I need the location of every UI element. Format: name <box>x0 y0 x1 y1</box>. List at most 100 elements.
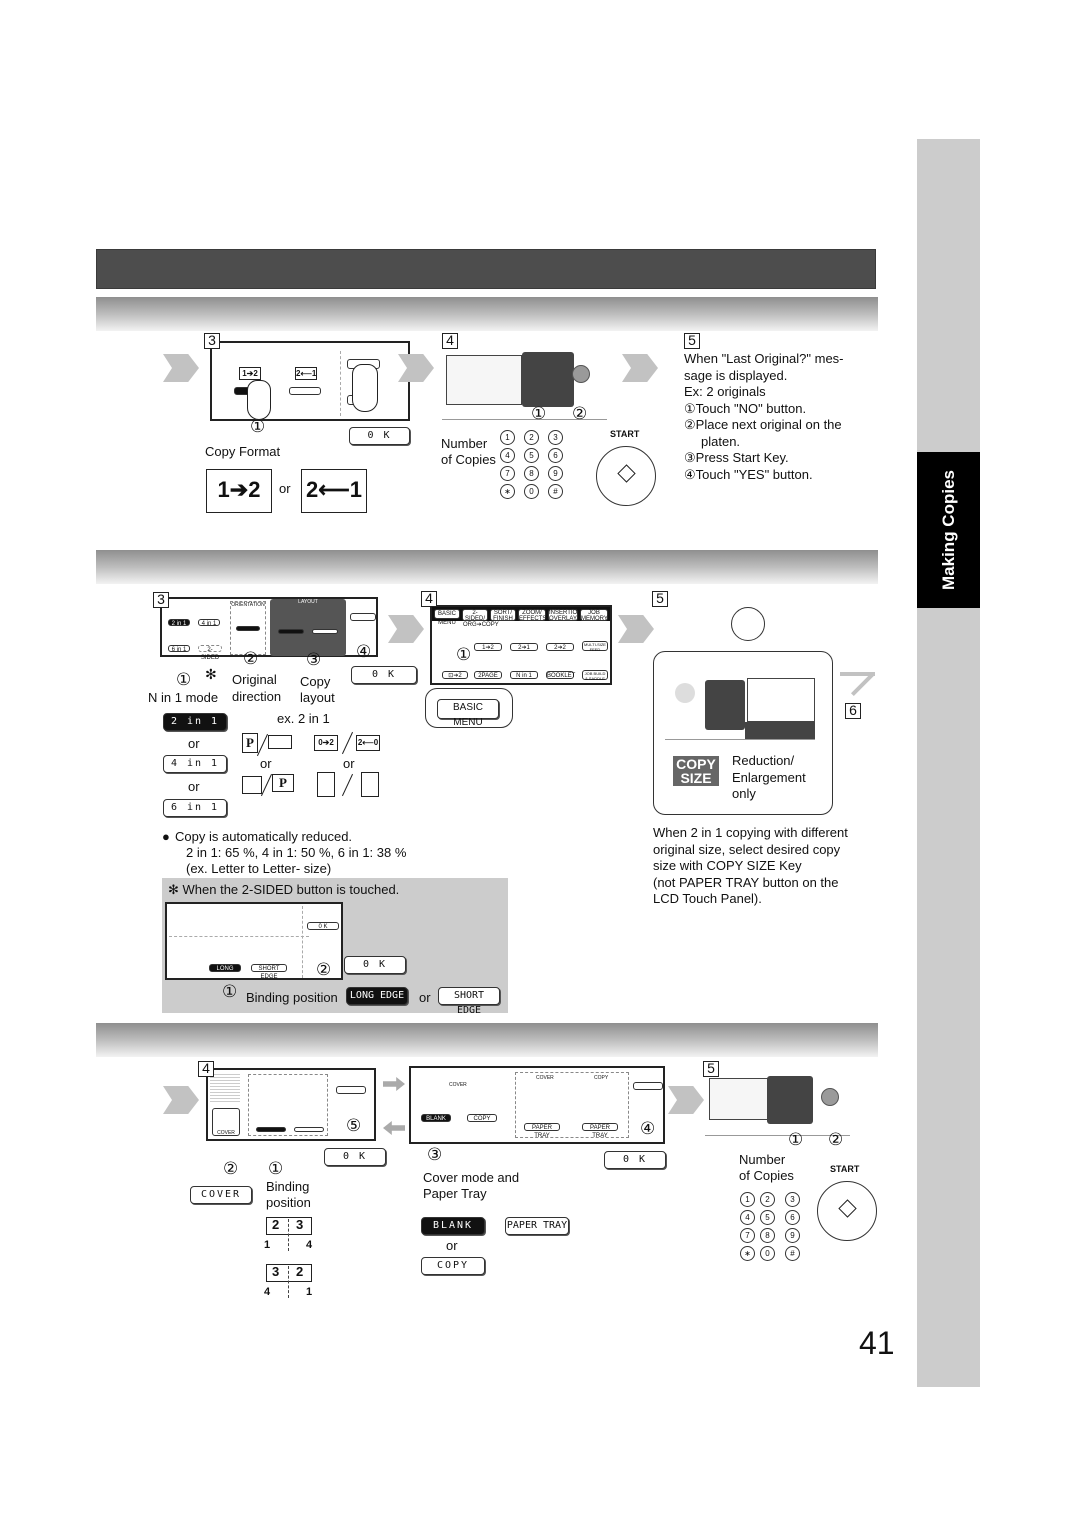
text-line: sage is displayed. <box>684 367 788 383</box>
lcd-btn-2sided[interactable]: 2-SIDED <box>198 645 222 661</box>
tab-zoom-effects[interactable]: ZOOM/ EFFECTS <box>518 609 546 622</box>
mode-button-2in1[interactable]: 2 in 1 <box>163 713 227 731</box>
btn-2page[interactable]: 2PAGE <box>474 671 502 679</box>
key-1[interactable]: 1 <box>740 1192 755 1207</box>
lcd-copy-button[interactable]: COPY <box>467 1114 497 1122</box>
bullet-icon: ● <box>162 829 170 844</box>
lcd-blank-button[interactable]: BLANK <box>421 1114 451 1122</box>
key-0[interactable]: 0 <box>524 484 539 499</box>
btn-multi-size[interactable]: MULTI-SIZE FEED <box>582 641 608 652</box>
lcd-ok-button[interactable] <box>336 1086 366 1094</box>
tab-sort-finish[interactable]: SORT/ FINISH <box>490 609 516 622</box>
or-label: or <box>188 736 200 751</box>
step-number: 4 <box>442 333 458 349</box>
key-6[interactable]: 6 <box>785 1210 800 1225</box>
key-6[interactable]: 6 <box>548 448 563 463</box>
slash-divider <box>341 773 354 797</box>
lcd-ok-button[interactable] <box>350 613 376 621</box>
cover-button[interactable]: COVER <box>190 1186 252 1204</box>
mode-button-6in1[interactable]: 6 in 1 <box>163 799 227 817</box>
key-4[interactable]: 4 <box>740 1210 755 1225</box>
start-key[interactable] <box>596 446 656 506</box>
btn-2to2[interactable]: 2➔2 <box>546 643 574 651</box>
chevron-arrow-icon <box>388 615 424 643</box>
hand-pointer-4-icon: ④ <box>640 1119 656 1138</box>
lcd-short-edge-button[interactable]: SHORT EDGE <box>251 964 287 980</box>
step-number: 3 <box>204 333 220 349</box>
key-7[interactable]: 7 <box>740 1228 755 1243</box>
key-star[interactable]: ∗ <box>740 1246 755 1261</box>
lcd-ok-button[interactable] <box>633 1082 663 1090</box>
lcd-paper-tray-cover[interactable]: PAPER TRAY <box>524 1123 560 1139</box>
lcd-btn-4in1[interactable]: 4 in 1 <box>198 619 220 627</box>
lcd-btn-2in1[interactable]: 2 in 1 <box>168 619 190 627</box>
or-label: or <box>188 779 200 794</box>
btn-job-build[interactable]: JOB BUILD & SADDLE <box>582 670 608 681</box>
tab-2-sided[interactable]: 2-SIDED/ ORG➔COPY <box>462 609 499 628</box>
ok-button[interactable]: 0 K <box>351 666 417 684</box>
tab-basic-menu[interactable]: BASIC MENU <box>434 609 460 626</box>
hand-icon <box>352 364 378 412</box>
key-4[interactable]: 4 <box>500 448 515 463</box>
copy-size-key[interactable]: COPY SIZE <box>673 756 719 786</box>
lcd-binding-left[interactable] <box>256 1127 286 1132</box>
blank-button[interactable]: BLANK <box>421 1217 485 1235</box>
key-9[interactable]: 9 <box>785 1228 800 1243</box>
lcd-ok-button[interactable]: 0 K <box>307 922 339 930</box>
key-3[interactable]: 3 <box>548 430 563 445</box>
chevron-arrow-icon <box>163 1086 199 1114</box>
btn-2to1[interactable]: 2➔1 <box>510 643 538 651</box>
key-5[interactable]: 5 <box>760 1210 775 1225</box>
ok-button[interactable]: 0 K <box>344 956 406 974</box>
key-9[interactable]: 9 <box>548 466 563 481</box>
ok-button[interactable]: 0 K <box>349 427 410 445</box>
tab-job-memory[interactable]: JOB MEMORY <box>580 609 608 622</box>
mode-button-4in1[interactable]: 4 in 1 <box>163 755 227 773</box>
key-0[interactable]: 0 <box>760 1246 775 1261</box>
binding-label: Binding <box>266 1179 310 1194</box>
key-hash[interactable]: # <box>548 484 563 499</box>
ok-button[interactable]: 0 K <box>324 1148 386 1166</box>
key-3[interactable]: 3 <box>785 1192 800 1207</box>
lcd-paper-tray-copy[interactable]: PAPER TRAY <box>582 1123 618 1139</box>
lcd-btn-layout-a[interactable] <box>278 629 304 634</box>
short-edge-button[interactable]: SHORT EDGE <box>438 987 500 1016</box>
text-line: When 2 in 1 copying with different <box>653 825 848 840</box>
lcd-binding-right[interactable] <box>294 1127 324 1132</box>
btn-1to2[interactable]: 1➔2 <box>474 643 502 651</box>
lcd-n-in-1-panel: 2 in 1 4 in 1 6 in 1 2-SIDED ORIENTATION… <box>160 597 378 661</box>
key-7[interactable]: 7 <box>500 466 515 481</box>
section-header-1 <box>96 297 878 331</box>
key-2[interactable]: 2 <box>760 1192 775 1207</box>
lcd-btn-layout-b[interactable] <box>312 629 338 634</box>
key-5[interactable]: 5 <box>524 448 539 463</box>
start-key[interactable] <box>817 1181 877 1241</box>
lcd-btn-orientation[interactable] <box>236 626 260 631</box>
section-header-2 <box>96 550 878 584</box>
key-hash[interactable]: # <box>785 1246 800 1261</box>
key-8[interactable]: 8 <box>760 1228 775 1243</box>
key-8[interactable]: 8 <box>524 466 539 481</box>
key-1[interactable]: 1 <box>500 430 515 445</box>
list-item: ③Press Start Key. <box>684 450 789 465</box>
btn-book[interactable]: ⊡➔2 <box>442 671 468 679</box>
key-2[interactable]: 2 <box>524 430 539 445</box>
lcd-btn-6in1[interactable]: 6 in 1 <box>168 645 190 653</box>
key-star[interactable]: ∗ <box>500 484 515 499</box>
long-edge-button[interactable]: LONG EDGE <box>346 987 408 1005</box>
hand-pointer-3-icon: ③ <box>427 1145 443 1164</box>
paper-tray-button[interactable]: PAPER TRAY <box>505 1217 569 1235</box>
copy-button[interactable]: COPY <box>421 1257 485 1275</box>
booklet-icon <box>210 1072 240 1102</box>
control-panel-illustration <box>665 660 815 740</box>
ok-button[interactable]: 0 K <box>604 1151 666 1169</box>
lcd-cover-button[interactable]: COVER <box>212 1108 240 1136</box>
btn-n-in-1[interactable]: N in 1 <box>510 671 538 679</box>
tab-insertion-overlay[interactable]: INSERTION/ OVERLAY <box>548 609 583 622</box>
lcd-long-edge-button[interactable]: LONG EDGE <box>209 964 241 980</box>
lcd-btn-2to1[interactable] <box>289 387 321 395</box>
hand-pointer-5-icon: ⑤ <box>346 1116 362 1135</box>
basic-menu-button[interactable]: BASIC MENU <box>437 699 499 728</box>
btn-booklet[interactable]: BOOKLET <box>546 671 575 679</box>
text-line: Ex: 2 originals <box>684 384 766 399</box>
